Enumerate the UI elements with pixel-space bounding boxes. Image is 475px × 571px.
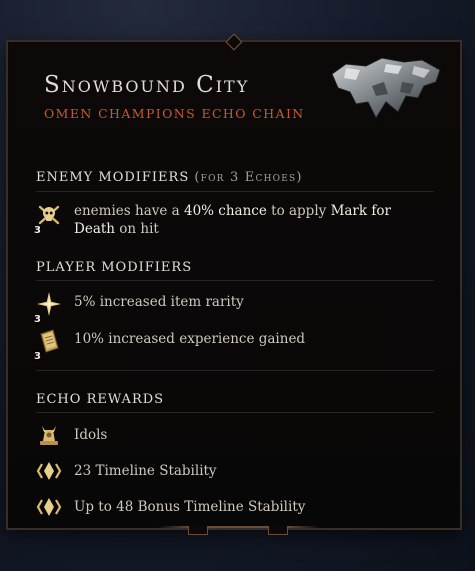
echo-count-note: (for 3 Echoes) (194, 170, 303, 185)
modifier-highlight-chance: 40% chance (184, 203, 267, 219)
player-modifier-row: 3 10% increased experience gained (34, 328, 434, 362)
modifier-text-part: to apply (266, 203, 331, 219)
reward-row: Idols (36, 422, 434, 448)
reward-row: Up to 48 Bonus Timeline Stability (36, 494, 434, 520)
skull-crossbones-icon: 3 (34, 202, 62, 236)
reward-text: Idols (74, 427, 108, 443)
floating-rock-icon (331, 57, 441, 120)
stack-count: 3 (34, 314, 41, 325)
enemy-modifiers-heading: Enemy Modifiers (for 3 Echoes) (36, 170, 303, 185)
player-modifier-text: 5% increased item rarity (74, 294, 244, 310)
modifier-text-part: on hit (114, 221, 159, 237)
reward-text: Up to 48 Bonus Timeline Stability (74, 499, 306, 515)
bottom-notch-ornament (268, 526, 288, 535)
timeline-stability-icon (36, 494, 62, 520)
idol-icon (36, 422, 62, 448)
bottom-notch-ornament (188, 526, 208, 535)
stack-count: 3 (34, 225, 41, 236)
section-divider (36, 412, 434, 413)
tome-icon: 3 (34, 328, 62, 362)
modifier-text-part: enemies have a (74, 203, 184, 219)
timeline-stability-icon (36, 458, 62, 484)
echo-chain-subtitle: Omen Champions Echo Chain (44, 106, 305, 121)
top-ornament (225, 33, 243, 51)
bottom-border-ornament (158, 526, 320, 528)
reward-row: 23 Timeline Stability (36, 458, 434, 484)
section-divider (36, 280, 434, 281)
section-divider (36, 370, 434, 371)
zone-title: Snowbound City (44, 72, 250, 98)
section-divider (36, 191, 434, 192)
player-modifiers-heading: Player Modifiers (36, 260, 193, 275)
echo-tooltip-panel: Snowbound City Omen Champions Echo Chain… (6, 33, 462, 535)
enemy-modifier-row: 3 enemies have a 40% chance to apply Mar… (34, 202, 434, 238)
enemy-modifiers-label: Enemy Modifiers (36, 170, 190, 185)
sparkle-star-icon: 3 (34, 291, 62, 325)
player-modifier-text: 10% increased experience gained (74, 331, 306, 347)
stack-count: 3 (34, 351, 41, 362)
player-modifier-row: 3 5% increased item rarity (34, 291, 434, 325)
reward-text: 23 Timeline Stability (74, 463, 217, 479)
echo-rewards-heading: Echo Rewards (36, 392, 165, 407)
enemy-modifier-text: enemies have a 40% chance to apply Mark … (74, 202, 434, 238)
